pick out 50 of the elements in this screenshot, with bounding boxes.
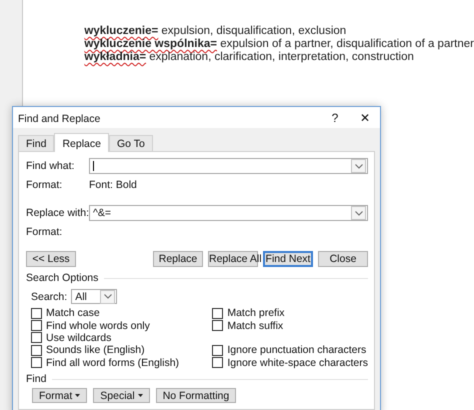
- search-label: Search:: [31, 290, 68, 302]
- section-heading: Find: [26, 373, 46, 385]
- checkbox[interactable]: [212, 308, 224, 319]
- dialog-button[interactable]: << Less: [26, 251, 76, 267]
- checkbox[interactable]: [212, 320, 224, 332]
- replace-with-field[interactable]: ^&=: [89, 205, 368, 221]
- checkbox[interactable]: [212, 357, 224, 368]
- tab[interactable]: Go To: [108, 135, 153, 151]
- checkbox[interactable]: [212, 344, 224, 356]
- document-line: wykluczenie wspólnika= expulsion of a partner, disqualification of a partner: [84, 38, 474, 51]
- checkbox-label: Sounds like (English): [46, 344, 145, 356]
- find-what-field[interactable]: [89, 158, 368, 174]
- document-line: wykładnia= explanation, clarification, interpretation, construction: [84, 51, 415, 64]
- checkbox[interactable]: [31, 344, 42, 356]
- checkbox-label: Ignore white-space characters: [227, 356, 368, 369]
- checkbox-label: Match prefix: [227, 307, 285, 320]
- chevron-icon: [104, 294, 112, 299]
- dropdown-button[interactable]: [351, 206, 366, 220]
- tab[interactable]: Replace: [54, 133, 109, 152]
- format-label: Format:: [26, 226, 64, 238]
- dialog-title: Find and Replace: [18, 112, 102, 124]
- tab[interactable]: Find: [18, 135, 54, 151]
- checkbox[interactable]: [31, 308, 42, 319]
- dialog-button[interactable]: Find Next: [263, 251, 313, 267]
- chevron-icon: [354, 164, 362, 168]
- dropdown-button[interactable]: [351, 159, 366, 173]
- document-line: wykluczenie= expulsion, disqualification, exclusion: [84, 25, 348, 38]
- checkbox-label: Ignore punctuation characters: [227, 344, 366, 356]
- section-heading: Search Options: [26, 272, 98, 284]
- checkbox-label: Match case: [46, 307, 100, 320]
- help-button[interactable]: ?: [320, 110, 350, 124]
- checkbox[interactable]: [31, 332, 42, 344]
- find-option-button[interactable]: Special: [93, 388, 150, 403]
- checkbox-label: Use wildcards: [46, 332, 112, 344]
- chevron-icon: [354, 210, 362, 216]
- field-label: Find what:: [26, 160, 76, 172]
- format-value: Font: Bold: [89, 178, 137, 190]
- checkbox[interactable]: [31, 320, 42, 332]
- dialog-button[interactable]: Replace: [153, 251, 203, 267]
- format-label: Format:: [26, 178, 64, 190]
- checkbox[interactable]: [31, 357, 42, 368]
- find-option-button[interactable]: No Formatting: [156, 388, 236, 403]
- close-button[interactable]: ✕: [350, 110, 380, 124]
- dialog-button[interactable]: Close: [318, 251, 368, 267]
- checkbox-label: Find all word forms (English): [46, 356, 180, 369]
- find-option-button[interactable]: Format: [32, 388, 88, 403]
- checkbox-label: Find whole words only: [46, 320, 150, 332]
- search-dropdown[interactable]: All: [71, 289, 118, 304]
- checkbox-label: Match suffix: [227, 320, 284, 332]
- field-label: Replace with:: [26, 207, 89, 219]
